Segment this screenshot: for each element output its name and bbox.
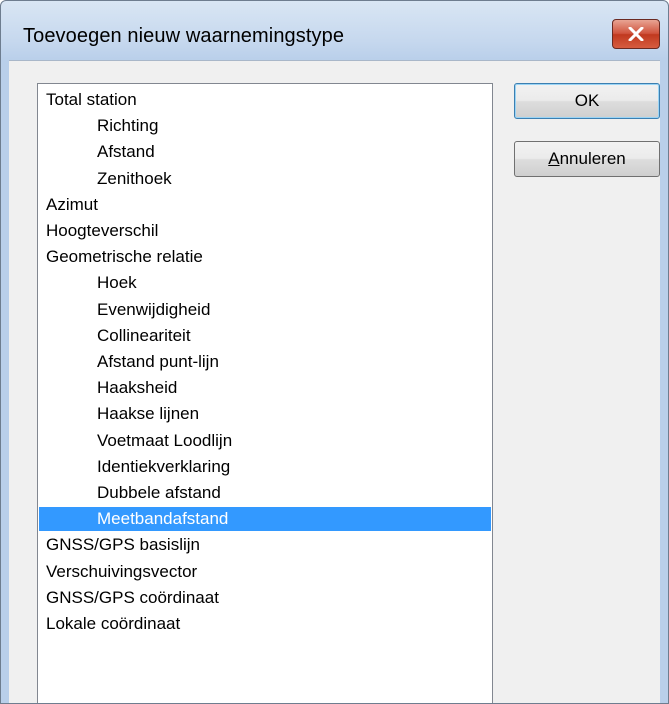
cancel-label-rest: nnuleren: [559, 149, 626, 168]
list-item[interactable]: Evenwijdigheid: [39, 298, 491, 322]
list-item[interactable]: Hoogteverschil: [39, 219, 491, 243]
list-item[interactable]: Afstand: [39, 140, 491, 164]
window-title: Toevoegen nieuw waarnemingstype: [23, 25, 345, 47]
ok-button-label: OK: [574, 91, 600, 110]
list-item[interactable]: Identiekverklaring: [39, 455, 491, 479]
title-bar[interactable]: Toevoegen nieuw waarnemingstype: [1, 1, 668, 61]
list-item[interactable]: Hoek: [39, 271, 491, 295]
list-item[interactable]: Lokale coördinaat: [39, 612, 491, 636]
list-item[interactable]: Richting: [39, 114, 491, 138]
list-item[interactable]: Total station: [39, 88, 491, 112]
list-item[interactable]: Haakse lijnen: [39, 402, 491, 426]
list-item[interactable]: Azimut: [39, 193, 491, 217]
list-item[interactable]: Zenithoek: [39, 167, 491, 191]
list-item[interactable]: Geometrische relatie: [39, 245, 491, 269]
dialog-window: Toevoegen nieuw waarnemingstype Total st…: [0, 0, 669, 704]
list-item[interactable]: Dubbele afstand: [39, 481, 491, 505]
ok-button[interactable]: OK: [514, 83, 660, 119]
observation-type-list[interactable]: Total station Richting Afstand Zenithoek Azi…: [37, 83, 493, 703]
list-item[interactable]: Collineariteit: [39, 324, 491, 348]
list-item[interactable]: Verschuivingsvector: [39, 560, 491, 584]
list-item[interactable]: GNSS/GPS basislijn: [39, 533, 491, 557]
list-item[interactable]: Haaksheid: [39, 376, 491, 400]
list-item[interactable]: Afstand punt-lijn: [39, 350, 491, 374]
list-item[interactable]: GNSS/GPS coördinaat: [39, 586, 491, 610]
dialog-client-area: Total station Richting Afstand Zenithoek Azi…: [9, 60, 660, 703]
close-button[interactable]: [612, 19, 660, 49]
cancel-button[interactable]: Annuleren: [514, 141, 660, 177]
close-icon: [628, 27, 644, 41]
list-item[interactable]: Meetbandafstand: [39, 507, 491, 532]
cancel-mnemonic: A: [548, 149, 560, 168]
cancel-button-label: Annuleren: [548, 149, 626, 169]
list-item[interactable]: Voetmaat Loodlijn: [39, 429, 491, 453]
